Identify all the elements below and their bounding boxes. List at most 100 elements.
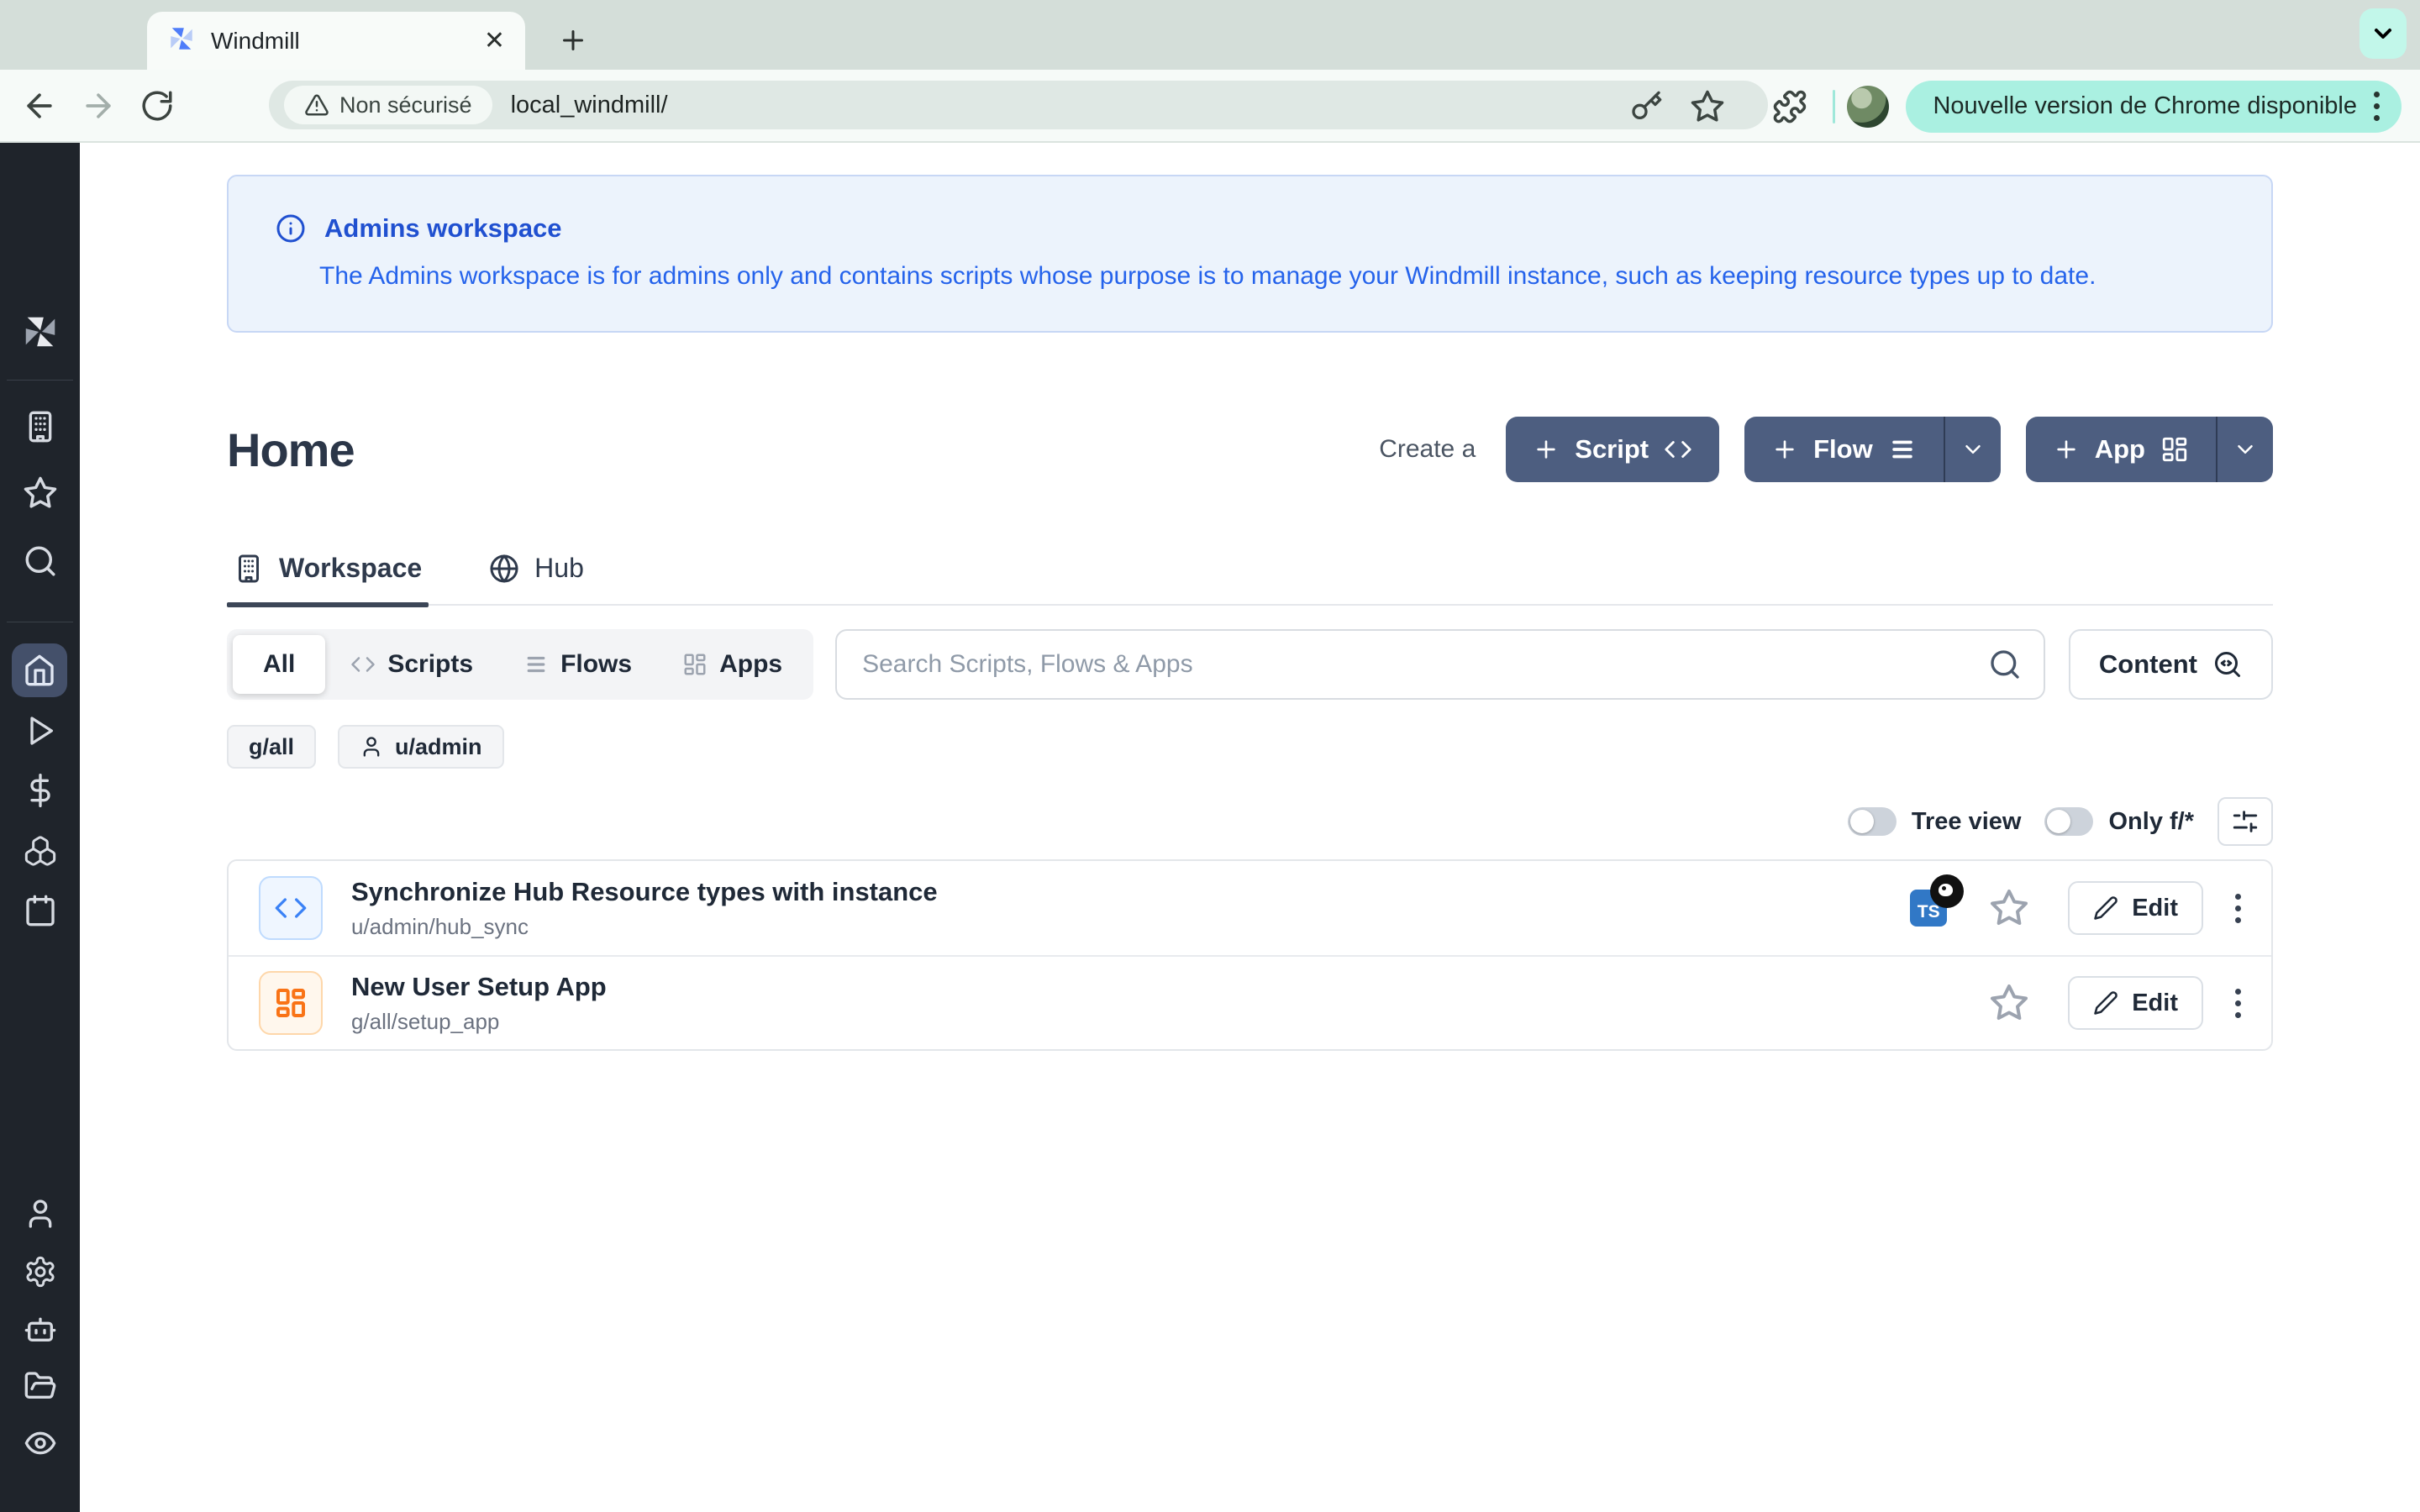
- back-button[interactable]: [10, 87, 69, 124]
- edit-button-label: Edit: [2132, 895, 2178, 922]
- sidebar-item-audit-logs[interactable]: [0, 1426, 80, 1460]
- plus-icon: [1771, 436, 1798, 463]
- globe-icon: [489, 554, 519, 584]
- filter-all[interactable]: All: [233, 635, 325, 694]
- filter-all-label: All: [263, 650, 295, 679]
- sidebar-item-workspace[interactable]: [0, 410, 80, 444]
- filter-apps-label: Apps: [719, 650, 782, 679]
- edit-button[interactable]: Edit: [2068, 976, 2203, 1030]
- item-menu-kebab-icon[interactable]: [2235, 894, 2241, 923]
- favorite-star-icon[interactable]: [1989, 983, 2033, 1023]
- filter-flows-label: Flows: [560, 650, 632, 679]
- list-item-script[interactable]: Synchronize Hub Resource types with inst…: [229, 861, 2271, 955]
- chevron-down-icon: [2233, 437, 2258, 462]
- sidebar-item-folders[interactable]: [0, 1369, 80, 1403]
- item-title[interactable]: Synchronize Hub Resource types with inst…: [351, 877, 938, 907]
- profile-avatar[interactable]: [1847, 86, 1889, 128]
- tab-search-chevron-button[interactable]: [2360, 8, 2407, 59]
- sidebar-item-schedules[interactable]: [0, 894, 80, 927]
- filter-flows[interactable]: Flows: [498, 635, 657, 694]
- sidebar: [0, 143, 80, 1512]
- kind-filter-segmented-control: All Scripts Flows Apps: [227, 629, 813, 700]
- create-app-button[interactable]: App: [2026, 417, 2273, 482]
- tree-view-toggle-track[interactable]: [1848, 807, 1897, 836]
- items-list: Synchronize Hub Resource types with inst…: [227, 859, 2273, 1051]
- display-settings-button[interactable]: [2217, 797, 2273, 846]
- sidebar-item-home[interactable]: [12, 643, 67, 697]
- list-item-app[interactable]: New User Setup App g/all/setup_app Edit: [229, 955, 2271, 1049]
- chrome-update-label: Nouvelle version de Chrome disponible: [1933, 92, 2357, 120]
- code-icon: [350, 652, 376, 677]
- chevron-down-icon: [1960, 437, 1986, 462]
- banner-title: Admins workspace: [324, 213, 562, 244]
- password-key-icon[interactable]: [1629, 90, 1663, 123]
- chrome-menu-kebab-icon[interactable]: [2374, 92, 2380, 121]
- edit-button[interactable]: Edit: [2068, 881, 2203, 935]
- only-f-toggle-track[interactable]: [2044, 807, 2093, 836]
- layout-dashboard-icon: [682, 652, 708, 677]
- pencil-icon: [2093, 895, 2118, 921]
- plus-icon: [2053, 436, 2080, 463]
- url-text: local_windmill/: [511, 92, 668, 119]
- app-button-label: App: [2095, 434, 2145, 465]
- create-flow-button[interactable]: Flow: [1744, 417, 2001, 482]
- search-icon: [1988, 648, 2022, 685]
- item-path: u/admin/hub_sync: [351, 914, 938, 940]
- tab-hub-label: Hub: [534, 553, 584, 584]
- tab-hub[interactable]: Hub: [482, 538, 591, 604]
- sidebar-item-runs[interactable]: [0, 714, 80, 748]
- sidebar-divider: [7, 380, 73, 381]
- sidebar-item-workers[interactable]: [0, 1312, 80, 1346]
- main-content: Admins workspace The Admins workspace is…: [80, 143, 2420, 1512]
- extensions-puzzle-icon[interactable]: [1772, 89, 1807, 124]
- forward-button[interactable]: [69, 87, 128, 124]
- content-button-label: Content: [2099, 649, 2197, 680]
- browser-toolbar: Non sécurisé local_windmill/ Nouvelle ve…: [0, 70, 2420, 143]
- address-bar[interactable]: Non sécurisé local_windmill/: [269, 81, 1768, 129]
- owner-chip-group[interactable]: g/all: [227, 725, 316, 769]
- warning-triangle-icon: [304, 92, 329, 118]
- item-title[interactable]: New User Setup App: [351, 972, 607, 1002]
- script-kind-icon: [259, 876, 323, 940]
- create-app-dropdown[interactable]: [2216, 417, 2273, 482]
- sidebar-item-variables[interactable]: [0, 774, 80, 807]
- layout-dashboard-icon: [2160, 435, 2189, 464]
- sidebar-item-settings[interactable]: [0, 1255, 80, 1289]
- tab-title: Windmill: [211, 28, 469, 55]
- filter-apps[interactable]: Apps: [657, 635, 808, 694]
- browser-tab[interactable]: Windmill ✕: [147, 12, 525, 70]
- sidebar-item-search[interactable]: [0, 543, 80, 579]
- owner-chip-user[interactable]: u/admin: [338, 725, 504, 769]
- search-input[interactable]: [835, 629, 2045, 700]
- sidebar-item-resources[interactable]: [0, 834, 80, 868]
- item-menu-kebab-icon[interactable]: [2235, 989, 2241, 1018]
- filter-scripts[interactable]: Scripts: [325, 635, 498, 694]
- windmill-favicon-icon: [167, 24, 196, 57]
- item-path: g/all/setup_app: [351, 1009, 607, 1035]
- create-flow-dropdown[interactable]: [1944, 417, 2001, 482]
- windmill-logo-icon[interactable]: [0, 312, 80, 351]
- info-icon: [276, 213, 306, 244]
- site-security-chip[interactable]: Non sécurisé: [284, 86, 492, 124]
- tree-view-toggle[interactable]: Tree view: [1848, 807, 2022, 836]
- tab-close-icon[interactable]: ✕: [484, 29, 505, 54]
- only-f-toggle[interactable]: Only f/*: [2044, 807, 2194, 836]
- owner-chip-user-label: u/admin: [395, 734, 482, 760]
- plus-icon: [1533, 436, 1560, 463]
- admins-workspace-banner: Admins workspace The Admins workspace is…: [227, 175, 2273, 333]
- flow-lines-icon: [1888, 435, 1917, 464]
- chrome-update-button[interactable]: Nouvelle version de Chrome disponible: [1906, 81, 2402, 133]
- user-icon: [360, 735, 383, 759]
- reload-button[interactable]: [128, 88, 187, 123]
- bookmark-star-icon[interactable]: [1690, 89, 1725, 124]
- create-script-button[interactable]: Script: [1506, 417, 1719, 482]
- favorite-star-icon[interactable]: [1989, 888, 2033, 928]
- content-search-button[interactable]: Content: [2069, 629, 2273, 700]
- search-box: [835, 629, 2045, 700]
- sidebar-item-favorites[interactable]: [0, 475, 80, 511]
- app-kind-icon: [259, 971, 323, 1035]
- tab-workspace-label: Workspace: [279, 553, 422, 584]
- tab-workspace[interactable]: Workspace: [227, 538, 429, 604]
- sidebar-item-users[interactable]: [0, 1197, 80, 1231]
- new-tab-button[interactable]: [548, 15, 598, 66]
